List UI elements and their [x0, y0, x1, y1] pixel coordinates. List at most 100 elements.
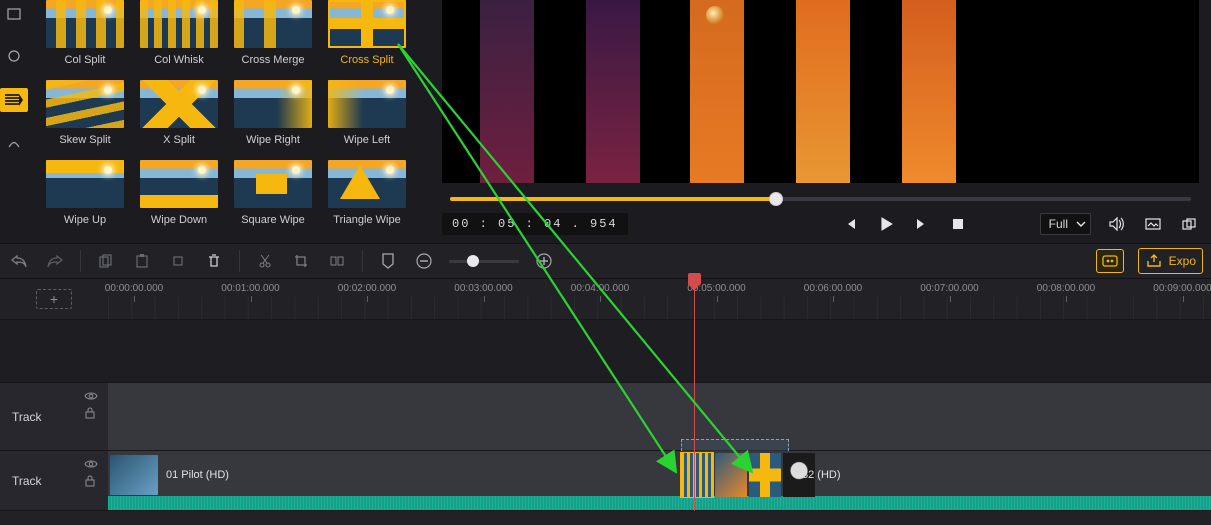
side-panel	[0, 0, 28, 243]
transition-thumb[interactable]	[234, 0, 312, 48]
transition-item[interactable]: Square Wipe	[226, 160, 320, 226]
track-row: Track 01 Pilot (HD) 82 (HD)	[0, 451, 1211, 511]
delete-button[interactable]	[203, 250, 225, 272]
audio-icon[interactable]	[4, 46, 24, 66]
crop-button[interactable]	[290, 250, 312, 272]
transition-thumb[interactable]	[140, 0, 218, 48]
ruler-tick: 00:01:00.000	[251, 283, 309, 302]
auto-cut-button[interactable]	[1096, 249, 1124, 273]
lock-icon[interactable]	[84, 475, 96, 487]
zoom-out-button[interactable]	[413, 250, 435, 272]
cut-button[interactable]	[167, 250, 189, 272]
undo-button[interactable]	[8, 250, 30, 272]
transition-thumb[interactable]	[140, 80, 218, 128]
ruler-tick: 00:03:00.000	[484, 283, 542, 302]
track-header[interactable]: Track	[0, 451, 108, 510]
transition-thumb[interactable]	[46, 80, 124, 128]
transition-label: X Split	[163, 134, 195, 146]
ruler-tick: 00:05:00.000	[717, 283, 775, 302]
transition-label: Cross Split	[340, 54, 393, 66]
preview-size-select[interactable]: Full	[1040, 213, 1091, 235]
visibility-icon[interactable]	[84, 459, 98, 469]
export-button[interactable]: Expo	[1138, 248, 1203, 274]
transition-label: Col Split	[65, 54, 106, 66]
transition-thumb[interactable]	[328, 160, 406, 208]
transition-item[interactable]: Cross Merge	[226, 0, 320, 66]
prev-frame-button[interactable]	[840, 214, 860, 234]
ruler-tick: 00:08:00.000	[1066, 283, 1124, 302]
transition-item[interactable]: Skew Split	[38, 80, 132, 146]
transition-label: Wipe Right	[246, 134, 300, 146]
preview-timecode: 00 : 05 : 04 . 954	[442, 213, 628, 235]
export-icon	[1147, 254, 1161, 268]
transitions-panel: Col Split Col Whisk Cross Merge Cross Split…	[28, 0, 430, 243]
play-button[interactable]	[876, 214, 896, 234]
transitions-icon[interactable]	[0, 88, 28, 112]
track-label: Track	[12, 474, 42, 488]
transition-thumb[interactable]	[46, 160, 124, 208]
transition-label: Wipe Up	[64, 214, 106, 226]
freeze-frame-button[interactable]	[326, 250, 348, 272]
transition-label: Cross Merge	[242, 54, 305, 66]
playhead[interactable]	[694, 279, 695, 511]
transition-thumb[interactable]	[328, 0, 406, 48]
marker-button[interactable]	[377, 250, 399, 272]
export-label: Expo	[1169, 254, 1196, 268]
track-label: Track	[12, 410, 42, 424]
copy-button[interactable]	[95, 250, 117, 272]
timeline-toolbar: Expo	[0, 243, 1211, 279]
transition-thumb[interactable]	[234, 80, 312, 128]
ruler-tick: 00:07:00.000	[950, 283, 1008, 302]
transition-label: Triangle Wipe	[333, 214, 400, 226]
preview-seekbar[interactable]	[450, 197, 1191, 201]
transition-label: Wipe Left	[344, 134, 390, 146]
transition-thumb[interactable]	[140, 160, 218, 208]
track-body-video[interactable]: 01 Pilot (HD) 82 (HD)	[108, 451, 1211, 510]
chevron-down-icon	[1076, 219, 1086, 229]
zoom-slider[interactable]	[449, 260, 519, 263]
transition-label: Skew Split	[59, 134, 110, 146]
preview-panel: 00 : 05 : 04 . 954 Full	[430, 0, 1211, 243]
transition-chip[interactable]	[681, 453, 713, 497]
transition-item[interactable]: X Split	[132, 80, 226, 146]
lock-icon[interactable]	[84, 407, 96, 419]
transition-item[interactable]: Col Whisk	[132, 0, 226, 66]
transition-thumb[interactable]	[234, 160, 312, 208]
timeline-clip[interactable]: 01 Pilot (HD)	[108, 451, 229, 499]
spacer-row	[0, 319, 1211, 383]
transition-thumb[interactable]	[328, 80, 406, 128]
transition-item[interactable]: Cross Split	[320, 0, 414, 66]
track-body-overlay[interactable]	[108, 383, 1211, 450]
stop-button[interactable]	[948, 214, 968, 234]
paste-button[interactable]	[131, 250, 153, 272]
transition-thumb[interactable]	[46, 0, 124, 48]
transition-chip[interactable]	[749, 453, 781, 497]
preview-size-label: Full	[1049, 217, 1068, 231]
transition-label: Col Whisk	[154, 54, 204, 66]
track-row: Track	[0, 383, 1211, 451]
transition-item[interactable]: Col Split	[38, 0, 132, 66]
zoom-in-button[interactable]	[533, 250, 555, 272]
ruler-tick: 00:06:00.000	[833, 283, 891, 302]
transition-item[interactable]: Wipe Down	[132, 160, 226, 226]
volume-icon[interactable]	[1107, 214, 1127, 234]
next-frame-button[interactable]	[912, 214, 932, 234]
preview-canvas[interactable]	[442, 0, 1199, 183]
timeline-clip[interactable]: 82 (HD)	[796, 451, 841, 499]
media-icon[interactable]	[4, 4, 24, 24]
track-header[interactable]: Track	[0, 383, 108, 450]
split-button[interactable]	[254, 250, 276, 272]
transition-item[interactable]: Triangle Wipe	[320, 160, 414, 226]
transition-item[interactable]: Wipe Up	[38, 160, 132, 226]
transition-item[interactable]: Wipe Left	[320, 80, 414, 146]
transition-item[interactable]: Wipe Right	[226, 80, 320, 146]
detach-window-icon[interactable]	[1179, 214, 1199, 234]
redo-button[interactable]	[44, 250, 66, 272]
time-ruler[interactable]: 00:00:00.00000:01:00.00000:02:00.00000:0…	[108, 279, 1211, 319]
effects-icon[interactable]	[4, 134, 24, 154]
visibility-icon[interactable]	[84, 391, 98, 401]
ruler-tick: 00:00:00.000	[134, 283, 192, 302]
transition-chip[interactable]	[715, 453, 747, 497]
add-track-button[interactable]: +	[36, 289, 72, 309]
snapshot-icon[interactable]	[1143, 214, 1163, 234]
